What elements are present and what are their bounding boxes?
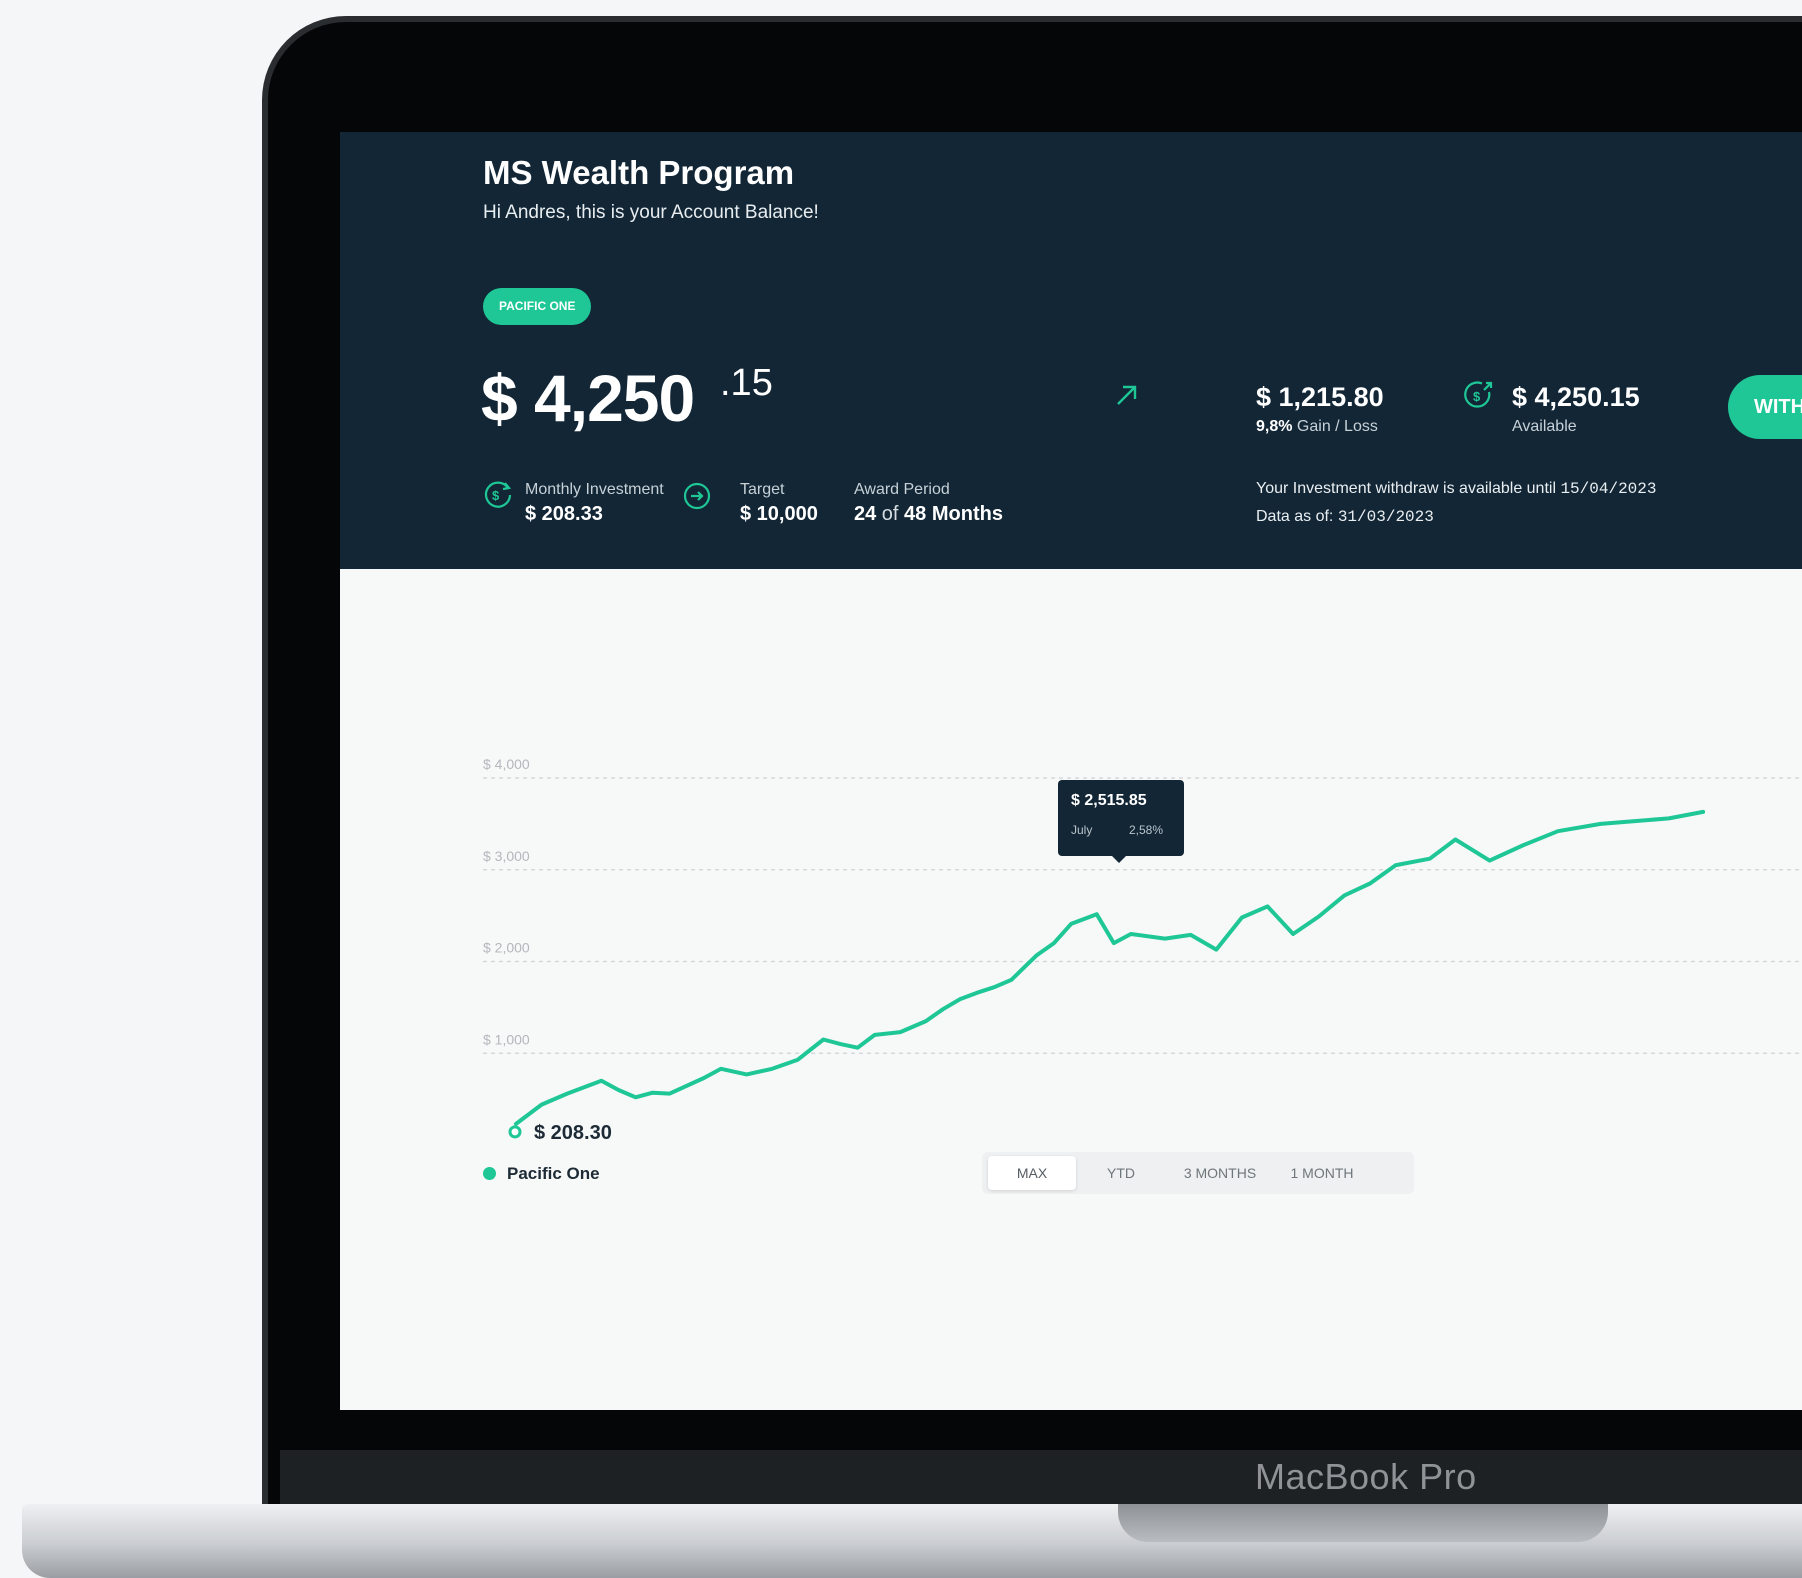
range-1-month-button[interactable]: 1 MONTH bbox=[1274, 1156, 1370, 1190]
range-3-months-button[interactable]: 3 MONTHS bbox=[1170, 1156, 1270, 1190]
tooltip-value: $ 2,515.85 bbox=[1071, 792, 1147, 809]
svg-text:$: $ bbox=[492, 488, 500, 503]
svg-text:$: $ bbox=[1473, 389, 1481, 404]
legend-label: Pacific One bbox=[507, 1164, 600, 1183]
trend-up-arrow-icon bbox=[1117, 385, 1137, 405]
gain-loss-label: 9,8% Gain / Loss bbox=[1256, 418, 1378, 435]
time-range-selector: MAX YTD 3 MONTHS 1 MONTH bbox=[982, 1152, 1414, 1194]
app-screen: MS Wealth Program Hi Andres, this is you… bbox=[340, 132, 1802, 1410]
available-label: Available bbox=[1512, 418, 1577, 435]
chart-tooltip: $ 2,515.85 July 2,58% bbox=[1058, 780, 1184, 863]
range-max-button[interactable]: MAX bbox=[988, 1156, 1076, 1190]
device-brand-label: MacBook Pro bbox=[1255, 1456, 1477, 1497]
award-period-value: 24 of 48 Months bbox=[854, 503, 1003, 525]
account-balance: $ 4,250 bbox=[481, 361, 695, 435]
dollar-cycle-icon: $ bbox=[484, 481, 512, 508]
app-title: MS Wealth Program bbox=[483, 154, 795, 191]
target-arrow-icon bbox=[683, 482, 711, 510]
account-badge[interactable]: PACIFIC ONE bbox=[483, 288, 592, 325]
gain-loss-value: $ 1,215.80 bbox=[1256, 382, 1384, 412]
account-balance-cents: .15 bbox=[720, 362, 773, 404]
tooltip-percent: 2,58% bbox=[1129, 823, 1164, 837]
data-as-of-note: Data as of: 31/03/2023 bbox=[1256, 508, 1434, 526]
target-label: Target bbox=[740, 481, 785, 498]
target-value: $ 10,000 bbox=[740, 503, 818, 525]
withdraw-button[interactable]: WITH bbox=[1728, 375, 1802, 439]
range-ytd-button[interactable]: YTD bbox=[1082, 1156, 1160, 1190]
y-tick-label: $ 2,000 bbox=[483, 940, 530, 956]
laptop-lid-notch bbox=[1118, 1504, 1608, 1542]
series-line-pacific-one bbox=[514, 809, 1706, 1126]
y-tick-label: $ 4,000 bbox=[483, 756, 530, 772]
award-period-label: Award Period bbox=[854, 481, 950, 498]
legend-dot bbox=[483, 1167, 496, 1180]
laptop-chin bbox=[280, 1450, 1802, 1505]
monthly-investment-label: Monthly Investment bbox=[525, 481, 664, 498]
available-value: $ 4,250.15 bbox=[1512, 382, 1640, 412]
series-start-label: $ 208,30 bbox=[534, 1122, 612, 1139]
dollar-withdraw-icon: $ bbox=[1464, 381, 1493, 408]
series-start-point[interactable] bbox=[508, 1125, 522, 1139]
monthly-investment-value: $ 208.33 bbox=[525, 503, 603, 525]
account-header: MS Wealth Program Hi Andres, this is you… bbox=[340, 132, 1802, 569]
y-tick-label: $ 3,000 bbox=[483, 848, 530, 864]
y-tick-label: $ 1,000 bbox=[483, 1031, 530, 1047]
withdraw-availability-note: Your Investment withdraw is available un… bbox=[1256, 480, 1657, 498]
greeting-text: Hi Andres, this is your Account Balance! bbox=[483, 202, 819, 223]
tooltip-month: July bbox=[1071, 823, 1093, 837]
